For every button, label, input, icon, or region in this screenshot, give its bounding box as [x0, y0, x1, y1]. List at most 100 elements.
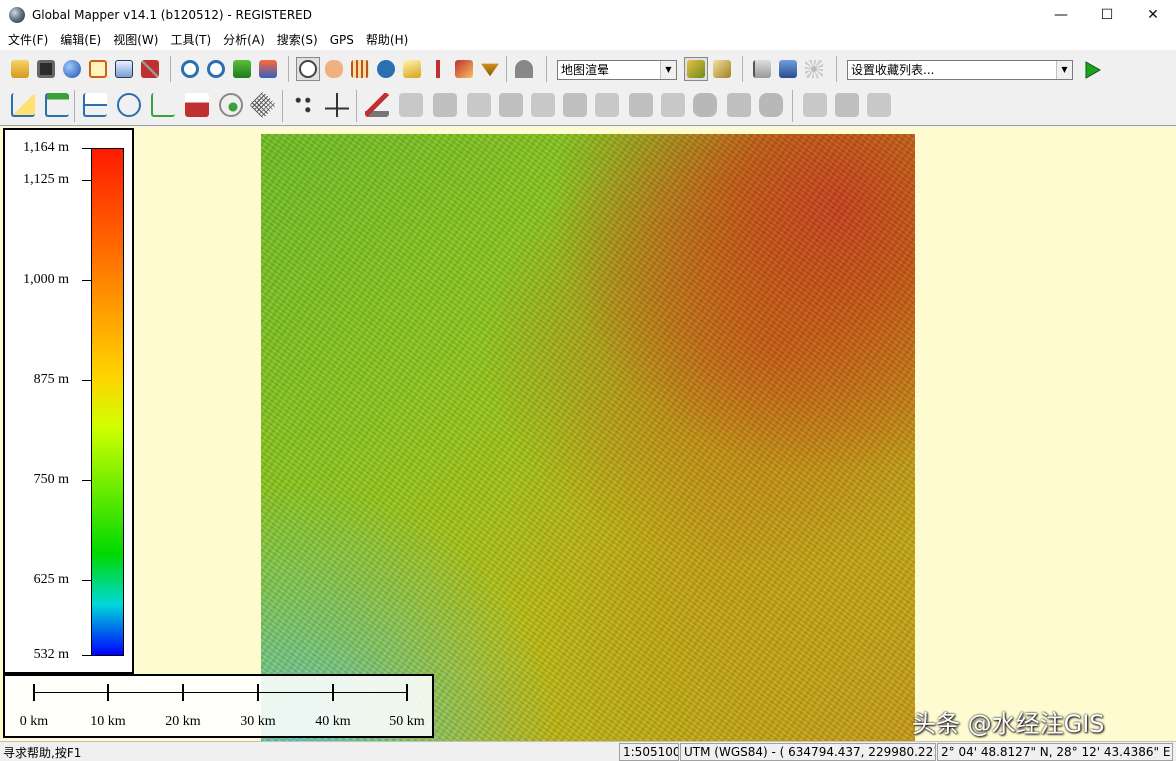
scale-tick: [107, 684, 109, 701]
export-icon[interactable]: [86, 57, 110, 81]
feature-3-icon[interactable]: [80, 89, 110, 121]
edit-13-icon[interactable]: [756, 89, 786, 121]
edit-1-icon[interactable]: [362, 89, 392, 121]
title-bar: Global Mapper v14.1 (b120512) - REGISTER…: [0, 0, 1176, 30]
legend-tick: [82, 180, 92, 181]
render-mode-value: 地图渲晕: [561, 63, 610, 77]
status-coordinates: UTM (WGS84) - ( 634794.437, 229980.221 ): [680, 743, 936, 761]
app-globe-icon: [9, 7, 25, 23]
legend-label: 532 m: [33, 647, 69, 662]
legend-tick: [82, 380, 92, 381]
edit-15-icon[interactable]: [832, 89, 862, 121]
code-icon[interactable]: [182, 89, 212, 121]
legend-tick: [82, 580, 92, 581]
open-folder-icon[interactable]: [8, 57, 32, 81]
minimize-button[interactable]: —: [1038, 0, 1084, 30]
path-profile-icon[interactable]: [400, 57, 424, 81]
render-mode-select[interactable]: 地图渲晕 ▼: [557, 60, 677, 80]
measure-icon[interactable]: [348, 57, 372, 81]
scale-label: 40 km: [315, 714, 351, 729]
digitize-icon[interactable]: [452, 57, 476, 81]
edit-6-icon[interactable]: [528, 89, 558, 121]
menu-gps[interactable]: GPS: [324, 30, 360, 50]
legend-tick: [82, 148, 92, 149]
chevron-down-icon[interactable]: ▼: [1056, 61, 1072, 79]
status-latlon: 2° 04' 48.8127" N, 28° 12' 43.4386" E: [937, 743, 1173, 761]
split-icon[interactable]: [322, 89, 352, 121]
zoom-in-icon[interactable]: [178, 57, 202, 81]
menu-help[interactable]: 帮助(H): [360, 30, 414, 50]
close-button[interactable]: ✕: [1130, 0, 1176, 30]
edit-14-icon[interactable]: [800, 89, 830, 121]
scale-tick: [406, 684, 408, 701]
edit-4-icon[interactable]: [464, 89, 494, 121]
menu-edit[interactable]: 编辑(E): [54, 30, 107, 50]
watermark: 头条 @水经注GIS: [912, 710, 1105, 738]
vertex-icon[interactable]: [288, 89, 318, 121]
zoom-out-icon[interactable]: [204, 57, 228, 81]
scale-tick: [332, 684, 334, 701]
filter-icon[interactable]: [478, 57, 502, 81]
feature-5-icon[interactable]: [148, 89, 178, 121]
edit-toolbar: [0, 86, 1176, 126]
3d-view-icon[interactable]: [710, 57, 734, 81]
menu-tools[interactable]: 工具(T): [164, 30, 217, 50]
status-help-text: 寻求帮助,按F1: [3, 746, 82, 760]
feature-4-icon[interactable]: [114, 89, 144, 121]
flag-icon[interactable]: [750, 57, 774, 81]
maximize-button[interactable]: ☐: [1084, 0, 1130, 30]
shader-icon[interactable]: [684, 57, 708, 81]
zoom-box-icon[interactable]: [296, 57, 320, 81]
edit-16-icon[interactable]: [864, 89, 894, 121]
config-icon[interactable]: [112, 57, 136, 81]
legend-label: 625 m: [33, 572, 69, 587]
scale-bar: 0 km 10 km 20 km 30 km 40 km 50 km: [3, 674, 434, 738]
scale-label: 20 km: [165, 714, 201, 729]
edit-9-icon[interactable]: [626, 89, 656, 121]
menu-analysis[interactable]: 分析(A): [217, 30, 271, 50]
feature-2-icon[interactable]: [42, 89, 72, 121]
window-title: Global Mapper v14.1 (b120512) - REGISTER…: [32, 8, 312, 22]
zoom-full-icon[interactable]: [230, 57, 254, 81]
status-bar: 寻求帮助,按F1 1:505100 UTM (WGS84) - ( 634794…: [0, 741, 1176, 761]
pan-hand-icon[interactable]: [322, 57, 346, 81]
layers-icon[interactable]: [776, 57, 800, 81]
tower-icon[interactable]: [426, 57, 450, 81]
tools-icon[interactable]: [138, 57, 162, 81]
legend-label: 750 m: [33, 472, 69, 487]
window-controls: — ☐ ✕: [1038, 0, 1176, 30]
elevation-color-bar: [91, 148, 124, 656]
play-icon[interactable]: [1080, 58, 1104, 82]
menu-bar: 文件(F) 编辑(E) 视图(W) 工具(T) 分析(A) 搜索(S) GPS …: [0, 30, 1176, 50]
edit-7-icon[interactable]: [560, 89, 590, 121]
edit-10-icon[interactable]: [658, 89, 688, 121]
edit-2-icon[interactable]: [396, 89, 426, 121]
status-scale: 1:505100: [619, 743, 679, 761]
favorites-select[interactable]: 设置收藏列表... ▼: [847, 60, 1073, 80]
feature-1-icon[interactable]: [8, 89, 38, 121]
tunnel-icon[interactable]: [512, 57, 536, 81]
save-icon[interactable]: [34, 57, 58, 81]
legend-label: 1,125 m: [23, 172, 69, 187]
edit-3-icon[interactable]: [430, 89, 460, 121]
menu-search[interactable]: 搜索(S): [271, 30, 324, 50]
chevron-down-icon[interactable]: ▼: [660, 61, 676, 79]
feature-7-icon[interactable]: [216, 89, 246, 121]
legend-label: 875 m: [33, 372, 69, 387]
globe-icon[interactable]: [60, 57, 84, 81]
edit-12-icon[interactable]: [724, 89, 754, 121]
home-icon[interactable]: [256, 57, 280, 81]
scale-tick: [257, 684, 259, 701]
elevation-raster[interactable]: [261, 134, 915, 741]
gps-icon[interactable]: [802, 57, 826, 81]
edit-8-icon[interactable]: [592, 89, 622, 121]
edit-11-icon[interactable]: [690, 89, 720, 121]
menu-file[interactable]: 文件(F): [2, 30, 54, 50]
map-view[interactable]: 1,164 m 1,125 m 1,000 m 875 m 750 m 625 …: [0, 127, 1176, 741]
info-icon[interactable]: [374, 57, 398, 81]
edit-5-icon[interactable]: [496, 89, 526, 121]
scale-tick: [33, 684, 35, 701]
menu-view[interactable]: 视图(W): [107, 30, 164, 50]
scale-label: 0 km: [19, 714, 49, 729]
grid-icon[interactable]: [248, 89, 278, 121]
